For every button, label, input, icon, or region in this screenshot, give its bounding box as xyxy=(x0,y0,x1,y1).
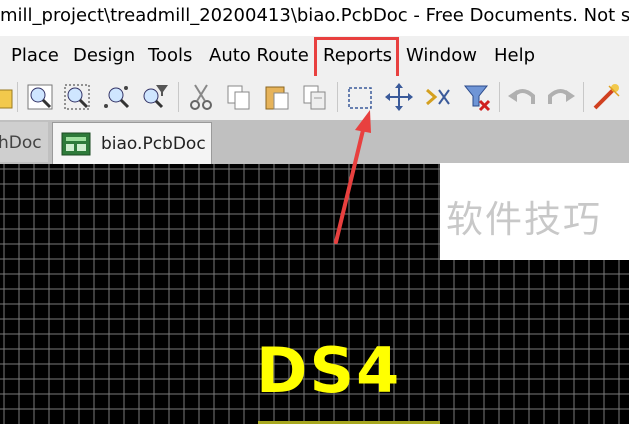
toolbar-separator xyxy=(583,82,584,112)
watermark-text: 软件技巧 xyxy=(446,198,602,241)
toolbar-separator xyxy=(17,82,18,112)
title-bar: mill_project\treadmill_20200413\biao.Pcb… xyxy=(0,0,629,36)
zoom-filter-icon[interactable] xyxy=(140,82,170,112)
menu-item-design[interactable]: Design xyxy=(73,45,135,66)
zoom-selected-icon[interactable] xyxy=(102,82,132,112)
tab-label: hDoc xyxy=(0,133,42,153)
interactive-route-icon[interactable] xyxy=(591,82,621,112)
zoom-area-icon[interactable] xyxy=(62,82,92,112)
cut-icon[interactable] xyxy=(186,82,216,112)
select-area-icon[interactable] xyxy=(345,82,375,112)
toolbar-separator xyxy=(178,82,179,112)
toolbar-separator xyxy=(499,82,500,112)
redo-icon[interactable] xyxy=(546,82,576,112)
tab-label: biao.PcbDoc xyxy=(101,134,206,154)
tab-schdoc[interactable]: hDoc xyxy=(0,122,48,162)
watermark: 软件技巧 xyxy=(440,163,629,260)
window-title: mill_project\treadmill_20200413\biao.Pcb… xyxy=(0,5,629,26)
menu-item-auto-route[interactable]: Auto Route xyxy=(209,45,309,66)
menu-item-window[interactable]: Window xyxy=(406,45,477,66)
deselect-icon[interactable] xyxy=(423,82,453,112)
component-designator[interactable]: DS4 xyxy=(256,340,401,402)
copy-icon[interactable] xyxy=(224,82,254,112)
folder-icon[interactable] xyxy=(0,82,22,112)
menu-item-place[interactable]: Place xyxy=(11,45,59,66)
menu-item-help[interactable]: Help xyxy=(494,45,535,66)
rubber-stamp-icon[interactable] xyxy=(300,82,330,112)
clear-filter-icon[interactable] xyxy=(462,82,492,112)
pcb-document-icon xyxy=(61,132,91,156)
tab-biao-pcbdoc[interactable]: biao.PcbDoc xyxy=(52,122,212,164)
move-icon[interactable] xyxy=(384,82,414,112)
toolbar-separator xyxy=(337,82,338,112)
document-tab-bar: hDoc biao.PcbDoc xyxy=(0,120,629,164)
undo-icon[interactable] xyxy=(507,82,537,112)
toolbar xyxy=(0,76,629,120)
paste-icon[interactable] xyxy=(262,82,292,112)
menu-item-tools[interactable]: Tools xyxy=(148,45,192,66)
zoom-fit-icon[interactable] xyxy=(25,82,55,112)
